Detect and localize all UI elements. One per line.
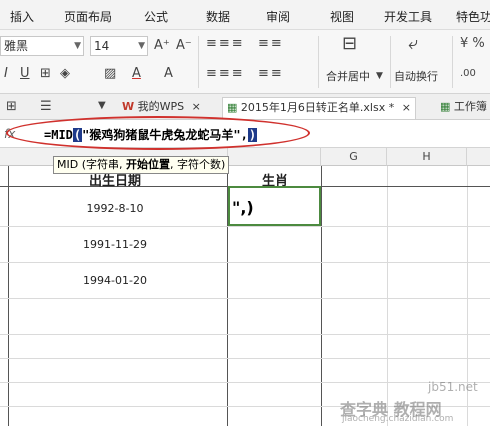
menu-view[interactable]: 视图	[330, 8, 354, 25]
chevron-down-icon: ▼	[74, 41, 81, 51]
menu-data[interactable]: 数据	[206, 8, 230, 25]
grid-line	[0, 262, 490, 263]
menu-icon[interactable]: ☰	[40, 99, 52, 115]
chevron-down-icon[interactable]: ▼	[376, 68, 383, 84]
grid-line	[387, 166, 388, 426]
birth-date-cell[interactable]: 1992-8-10	[60, 202, 170, 215]
formula-open-paren: (	[72, 128, 83, 142]
decimal-format-icon[interactable]: .00	[460, 66, 476, 82]
birth-date-cell[interactable]: 1991-11-29	[60, 238, 170, 251]
ribbon-separator	[390, 36, 391, 88]
clear-format-button[interactable]: A	[164, 66, 173, 82]
font-shrink-button[interactable]: A⁻	[176, 38, 192, 54]
grid-icon[interactable]: ⊞	[6, 99, 17, 115]
column-header-g[interactable]: G	[321, 148, 387, 166]
formula-close-paren: )	[247, 128, 258, 142]
close-icon[interactable]: ×	[402, 101, 411, 114]
wrap-text-button[interactable]: 自动换行	[394, 68, 438, 84]
fx-label[interactable]: fx	[4, 127, 15, 141]
font-grow-button[interactable]: A⁺	[154, 38, 170, 54]
ribbon: 雅黑 ▼ 14 ▼ A⁺ A⁻ I U ⊞ ◈ ▨ A A ≡≡≡ ≡≡ ≡≡≡…	[0, 30, 490, 94]
menu-insert[interactable]: 插入	[10, 8, 34, 25]
align-middle-icon[interactable]: ≡≡	[258, 36, 284, 52]
formula-string-arg: "猴鸡狗猪鼠牛虎兔龙蛇马羊"	[82, 128, 241, 142]
document-tab-bar: ⊞ ☰ ▼ W 我的WPS × ▦ 2015年1月6日转正名单.xlsx * ×…	[0, 94, 490, 120]
menu-developer[interactable]: 开发工具	[384, 8, 432, 25]
border-icon[interactable]: ⊞	[40, 66, 51, 82]
cell-editing-text[interactable]: ",)	[232, 198, 254, 217]
column-header-next[interactable]	[467, 148, 490, 166]
font-color-button[interactable]: A	[132, 66, 141, 82]
wps-logo-icon: W	[122, 100, 135, 113]
grid-line	[8, 166, 9, 426]
birth-date-cell[interactable]: 1994-01-20	[60, 274, 170, 287]
formula-bar[interactable]: fx =MID("猴鸡狗猪鼠牛虎兔龙蛇马羊",)	[0, 120, 490, 148]
menu-review[interactable]: 审阅	[266, 8, 290, 25]
font-name-value: 雅黑	[4, 39, 29, 53]
italic-button[interactable]: I	[4, 66, 8, 82]
wrap-text-icon[interactable]: ⤶	[408, 35, 418, 53]
grid-line	[0, 358, 490, 359]
menu-formulas[interactable]: 公式	[144, 8, 168, 25]
column-header-h[interactable]: H	[387, 148, 467, 166]
tab-my-wps-label: 我的WPS	[137, 100, 185, 113]
align-left-icon[interactable]: ≡≡≡	[206, 66, 245, 82]
grid-line	[321, 166, 322, 426]
column-header-active[interactable]	[228, 148, 321, 166]
spreadsheet-icon: ▦	[440, 100, 451, 113]
spreadsheet-icon: ▦	[227, 101, 238, 114]
tooltip-prefix: MID (字符串,	[57, 158, 126, 171]
formula-function: =MID	[44, 128, 73, 142]
formula-text[interactable]: =MID("猴鸡狗猪鼠牛虎兔龙蛇马羊",)	[44, 126, 258, 143]
underline-button[interactable]: U	[20, 66, 30, 82]
grid-line	[0, 298, 490, 299]
tab-workbook-file[interactable]: ▦ 2015年1月6日转正名单.xlsx * ×	[222, 97, 416, 119]
merge-cells-icon[interactable]: ⊟	[342, 35, 357, 53]
chevron-down-icon: ▼	[138, 41, 145, 51]
ribbon-separator	[452, 36, 453, 88]
ribbon-separator	[198, 36, 199, 88]
align-right-icon[interactable]: ≡≡	[258, 66, 284, 82]
tab-workbook-label: 工作簿	[453, 100, 487, 113]
watermark-line3: jiaocheng.chazidian.com	[342, 414, 454, 424]
menu-bar: 插入 页面布局 公式 数据 审阅 视图 开发工具 特色功	[0, 0, 490, 30]
tooltip-suffix: , 字符个数)	[170, 158, 226, 171]
number-format-icon[interactable]: ¥ %	[460, 36, 485, 52]
grid-line	[0, 334, 490, 335]
chevron-down-icon[interactable]: ▼	[98, 98, 106, 114]
formula-separator: ,	[240, 128, 248, 142]
menu-features[interactable]: 特色功	[456, 8, 490, 25]
ribbon-separator	[318, 36, 319, 88]
tab-my-wps[interactable]: W 我的WPS ×	[118, 97, 205, 119]
tab-file-label: 2015年1月6日转正名单.xlsx *	[240, 101, 395, 114]
fill-color-icon[interactable]: ◈	[60, 66, 70, 82]
close-icon[interactable]: ×	[192, 100, 201, 113]
font-size-select[interactable]: 14 ▼	[90, 36, 148, 56]
fill-bucket-icon[interactable]: ▨	[104, 66, 116, 82]
grid-line	[0, 382, 490, 383]
tab-new-workbook[interactable]: ▦ 工作簿	[436, 97, 490, 119]
font-name-select[interactable]: 雅黑 ▼	[0, 36, 84, 56]
menu-page-layout[interactable]: 页面布局	[64, 8, 112, 25]
tooltip-current-arg: 开始位置	[126, 158, 170, 171]
align-top-icon[interactable]: ≡≡≡	[206, 36, 245, 52]
grid-line	[0, 226, 490, 227]
watermark-line1: jb51.net	[428, 380, 478, 394]
merge-center-button[interactable]: 合并居中	[326, 68, 370, 84]
font-size-value: 14	[94, 39, 110, 53]
function-tooltip: MID (字符串, 开始位置, 字符个数)	[53, 156, 230, 174]
